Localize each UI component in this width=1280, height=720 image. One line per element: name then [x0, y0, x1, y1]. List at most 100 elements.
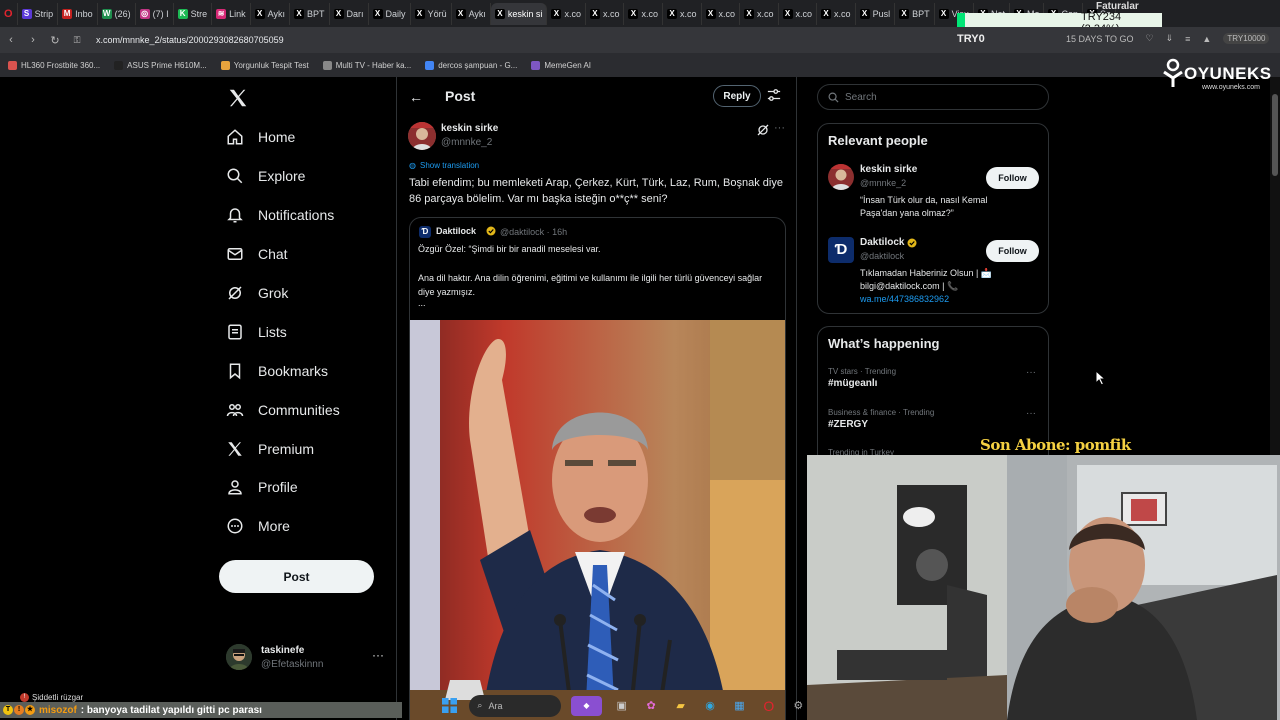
- sidebar-item-bookmarks[interactable]: Bookmarks: [226, 362, 328, 380]
- browser-tab[interactable]: Xkeskin si: [490, 2, 548, 25]
- sidebar-item-explore[interactable]: Explore: [226, 167, 305, 185]
- browser-tab[interactable]: W (26): [98, 2, 136, 25]
- post-button[interactable]: Post: [219, 560, 374, 593]
- browser-tab[interactable]: Xx.co: [547, 2, 586, 25]
- sidebar-item-communities[interactable]: Communities: [226, 401, 340, 419]
- taskbar-search[interactable]: ⌕ Ara: [469, 694, 561, 717]
- author-handle[interactable]: @mnnke_2: [441, 137, 492, 148]
- browser-tab[interactable]: X Aykı: [452, 2, 491, 25]
- reply-button[interactable]: Reply: [713, 85, 761, 107]
- browser-tab[interactable]: X Aykı: [251, 2, 291, 25]
- reload-icon[interactable]: ↻: [44, 34, 66, 47]
- bookmark-item[interactable]: HL360 Frostbite 360...: [8, 60, 100, 70]
- weather-widget[interactable]: ! Şiddetli rüzgar: [20, 693, 83, 702]
- browser-tab[interactable]: X Yörü: [411, 2, 452, 25]
- tab-favicon-icon: X: [254, 8, 265, 19]
- post-text: Tabi efendim; bu memleketi Arap, Çerkez,…: [409, 177, 783, 205]
- browser-tab[interactable]: ◎ (7) I: [136, 2, 174, 25]
- x-logo-icon[interactable]: [227, 87, 249, 109]
- browser-tab[interactable]: S Strip: [18, 2, 59, 25]
- person-link[interactable]: wa.me/447386832962: [860, 294, 949, 304]
- sidebar-item-premium[interactable]: Premium: [226, 440, 314, 458]
- settings-icon[interactable]: ⚙: [789, 696, 808, 716]
- download-icon[interactable]: ⇓: [1166, 33, 1174, 44]
- author-avatar[interactable]: [408, 122, 436, 150]
- bookmark-item[interactable]: MemeGen AI: [531, 60, 591, 70]
- bookmark-favicon-icon: [322, 60, 332, 70]
- sliders-icon[interactable]: [767, 88, 781, 102]
- sidebar-item-chat[interactable]: Chat: [226, 245, 288, 263]
- follow-button[interactable]: Follow: [986, 240, 1039, 262]
- edge-icon[interactable]: ◉: [700, 696, 719, 716]
- browser-tab[interactable]: Xx.co: [663, 2, 702, 25]
- search-box[interactable]: [817, 84, 1049, 110]
- browser-tab[interactable]: K Stre: [174, 2, 213, 25]
- browser-tab[interactable]: Xx.co: [624, 2, 663, 25]
- file-explorer-icon[interactable]: ▰: [671, 696, 690, 716]
- sidebar-item-lists[interactable]: Lists: [226, 323, 287, 341]
- browser-tab[interactable]: Xx.co: [702, 2, 741, 25]
- widget-icon[interactable]: ◆: [570, 695, 603, 716]
- heart-icon[interactable]: ♡: [1146, 33, 1154, 44]
- browser-tab[interactable]: X BPT: [290, 2, 330, 25]
- quoted-post[interactable]: Ɗ Daktilock @daktilock · 16h Özgür Özel:…: [409, 217, 786, 720]
- extension-icon[interactable]: ▲: [1202, 34, 1211, 44]
- browser-tab[interactable]: Xx.co: [740, 2, 779, 25]
- site-info-icon[interactable]: ⚿: [66, 35, 88, 46]
- copilot-icon[interactable]: ✿: [641, 696, 660, 716]
- sidebar-item-notifications[interactable]: Notifications: [226, 206, 334, 224]
- browser-tab[interactable]: ≋ Link: [212, 2, 251, 25]
- sidebar-item-grok[interactable]: Grok: [226, 284, 288, 302]
- browser-tab[interactable]: X Darı: [330, 2, 369, 25]
- trend-item[interactable]: TV stars · Trending #mügeanlı ···: [828, 367, 1040, 389]
- trend-more-icon[interactable]: ···: [1026, 408, 1036, 419]
- tab-label: Daily: [385, 8, 406, 19]
- task-view-icon[interactable]: ▣: [612, 696, 631, 716]
- account-switcher[interactable]: taskinefe @Efetaskinnn ···: [226, 642, 386, 672]
- forward-nav-icon[interactable]: ›: [22, 34, 44, 46]
- trend-more-icon[interactable]: ···: [1026, 367, 1036, 378]
- browser-tab[interactable]: Xx.co: [817, 2, 856, 25]
- author-name[interactable]: keskin sirke: [441, 123, 498, 134]
- url-field[interactable]: x.com/mnnke_2/status/2000293082680705059: [96, 35, 284, 45]
- bookmark-item[interactable]: ASUS Prime H610M...: [114, 60, 207, 70]
- back-nav-icon[interactable]: ‹: [0, 34, 22, 46]
- scrollbar-thumb[interactable]: [1272, 94, 1278, 176]
- menu-icon[interactable]: ≡: [1185, 34, 1190, 44]
- webcam-feed: [807, 455, 1280, 720]
- grok-explain-icon[interactable]: [757, 124, 769, 136]
- sidebar-item-more[interactable]: More: [226, 517, 290, 535]
- search-input[interactable]: [845, 91, 1025, 103]
- tab-favicon-icon: X: [372, 8, 383, 19]
- opera-icon[interactable]: O: [759, 696, 778, 716]
- browser-tab[interactable]: Xx.co: [586, 2, 625, 25]
- browser-tab[interactable]: X BPT: [895, 2, 935, 25]
- bookmark-item[interactable]: Yorgunluk Tespit Test: [220, 60, 309, 70]
- browser-tab[interactable]: Xx.co: [779, 2, 818, 25]
- account-more-icon[interactable]: ···: [372, 648, 384, 662]
- show-translation-link[interactable]: ◍ Show translation: [409, 161, 479, 170]
- browser-tab[interactable]: X Daily: [369, 2, 411, 25]
- browser-tab[interactable]: X Pusl: [856, 2, 896, 25]
- post-more-icon[interactable]: ···: [774, 122, 785, 134]
- bookmark-item[interactable]: Multi TV - Haber ka...: [322, 60, 412, 70]
- browser-tab[interactable]: M Inbo: [58, 2, 98, 25]
- trend-item[interactable]: Business & finance · Trending #ZERGY ···: [828, 408, 1040, 430]
- oyuneks-mark-icon: [1163, 58, 1183, 87]
- bookmark-label: Multi TV - Haber ka...: [335, 60, 412, 70]
- sidebar-item-profile[interactable]: Profile: [226, 478, 298, 496]
- tab-label: x.co: [757, 8, 774, 19]
- follow-button[interactable]: Follow: [986, 167, 1039, 189]
- bookmark-item[interactable]: dercos şampuan - G...: [425, 60, 517, 70]
- opera-menu-icon[interactable]: O: [0, 2, 18, 25]
- profile-badge[interactable]: TRY10000: [1223, 33, 1270, 44]
- back-arrow-icon[interactable]: ←: [409, 89, 423, 105]
- tab-label: BPT: [307, 8, 325, 19]
- sidebar-item-home[interactable]: Home: [226, 128, 295, 146]
- tab-favicon-icon: X: [589, 8, 600, 19]
- windows-start-icon[interactable]: [440, 696, 459, 716]
- person-handle: @mnnke_2: [860, 178, 907, 188]
- tab-label: Darı: [346, 8, 364, 19]
- store-icon[interactable]: ▦: [730, 696, 749, 716]
- quote-photo[interactable]: [410, 320, 785, 720]
